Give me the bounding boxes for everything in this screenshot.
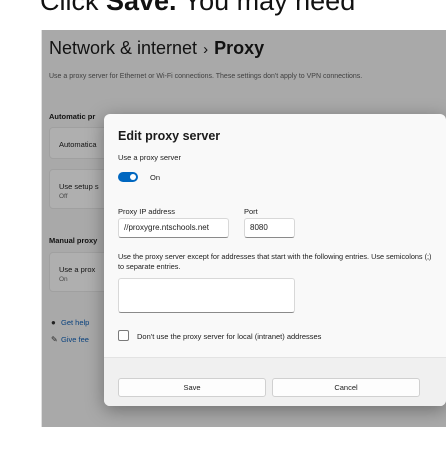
port-input[interactable]: 8080	[244, 218, 295, 238]
instruction-bold: Save.	[106, 0, 177, 16]
save-button[interactable]: Save	[118, 378, 266, 397]
proxy-ip-input[interactable]: //proxygre.ntschools.net	[118, 218, 229, 238]
exceptions-description: Use the proxy server except for addresse…	[118, 252, 432, 271]
instruction-text: Click Save. You may need	[40, 0, 355, 17]
instruction-prefix: Click	[40, 0, 106, 16]
edit-proxy-dialog: Edit proxy server Use a proxy server On …	[104, 114, 446, 406]
toggle-state-label: On	[150, 173, 161, 182]
local-addresses-checkbox[interactable]	[118, 330, 129, 341]
use-proxy-toggle[interactable]	[118, 172, 138, 182]
dialog-title: Edit proxy server	[118, 129, 221, 143]
local-addresses-label: Don't use the proxy server for local (in…	[137, 332, 322, 341]
toggle-knob	[130, 174, 136, 180]
instruction-suffix: You may need	[176, 0, 356, 16]
use-proxy-label: Use a proxy server	[118, 153, 181, 162]
port-label: Port	[244, 207, 258, 216]
exceptions-textarea[interactable]	[118, 278, 295, 313]
proxy-ip-label: Proxy IP address	[118, 207, 175, 216]
cancel-button[interactable]: Cancel	[272, 378, 420, 397]
